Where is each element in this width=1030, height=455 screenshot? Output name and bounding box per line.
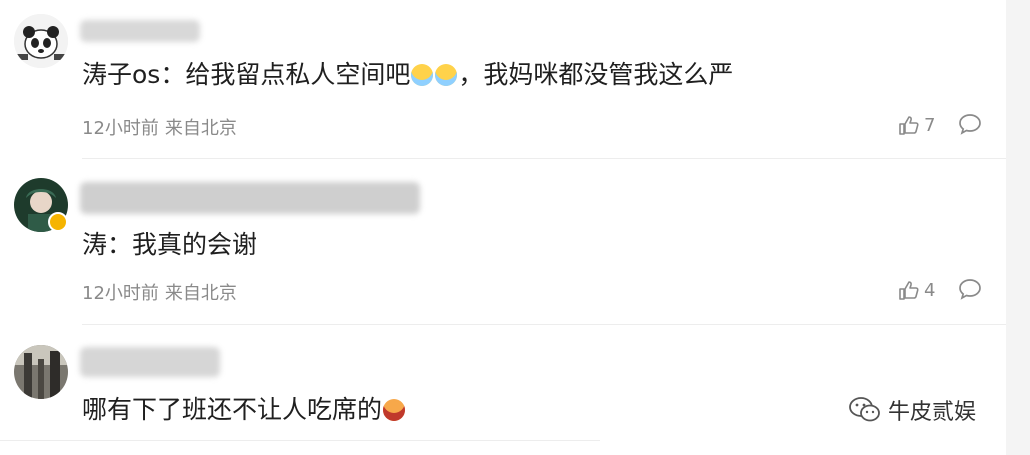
watermark: 牛皮贰娱 [848,394,976,426]
comment-location: 来自北京 [164,118,237,139]
like-count: 7 [924,114,936,136]
comment-item: 涛子os：给我留点私人空间吧 ，我妈咪都没管我这么严 12小时前 来自北京 7 [0,0,1030,160]
comment-time: 12小时前 [82,118,159,139]
crying-emoji-icon [435,64,458,86]
verified-badge-icon [48,212,68,232]
watermark-text: 牛皮贰娱 [888,400,977,425]
blurred-username[interactable] [80,20,200,42]
thumbs-up-icon [899,281,919,300]
like-button[interactable]: 7 [898,114,935,136]
divider [82,158,1006,159]
comment-meta: 12小时前 来自北京 [82,114,237,140]
comment-text: 涛：我真的会谢 [82,230,258,259]
like-count: 4 [924,279,936,301]
blurred-username[interactable] [80,182,420,214]
comment-text: 哪有下了班还不让人吃席的 [82,393,406,427]
blurred-username[interactable] [80,347,220,377]
comment-time: 12小时前 [82,283,159,304]
avatar[interactable] [14,345,68,399]
comment-bubble-icon[interactable] [958,113,982,135]
comment-item: 涛：我真的会谢 12小时前 来自北京 4 [0,160,1030,325]
wailing-emoji-icon [383,399,406,421]
crying-emoji-icon [411,64,434,86]
comment-text: 涛子os：给我留点私人空间吧 ，我妈咪都没管我这么严 [82,60,734,89]
comment-meta: 12小时前 来自北京 [82,279,237,305]
bottom-divider [0,440,600,441]
comment-bubble-icon[interactable] [958,278,982,300]
like-button[interactable]: 4 [898,279,935,301]
avatar[interactable] [14,14,68,68]
thumbs-up-icon [899,116,919,135]
wechat-icon [849,397,880,422]
comment-item: 哪有下了班还不让人吃席的 [0,325,1030,445]
comment-location: 来自北京 [164,283,237,304]
